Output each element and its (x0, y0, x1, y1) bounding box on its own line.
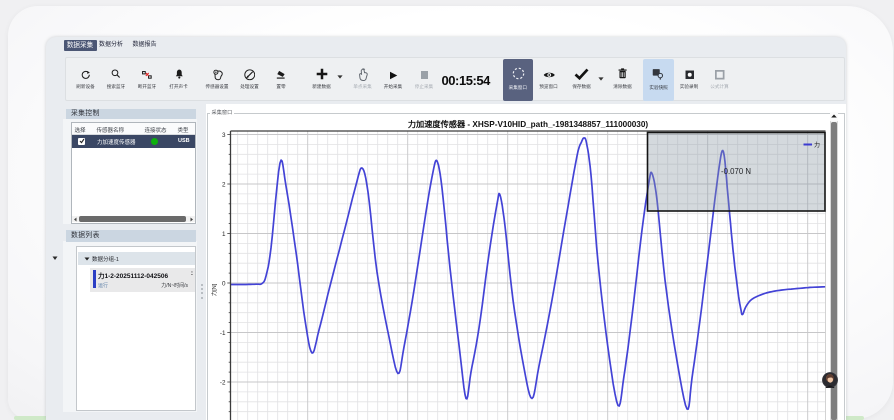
svg-text:-2: -2 (220, 379, 226, 386)
svg-text:2: 2 (222, 181, 226, 188)
svg-text:1: 1 (222, 231, 226, 238)
svg-text:力[N]: 力[N] (210, 283, 218, 296)
svg-text:-0.070 N: -0.070 N (721, 167, 751, 176)
svg-text:3: 3 (222, 132, 226, 139)
svg-text:0: 0 (222, 280, 226, 287)
svg-text:力: 力 (814, 141, 820, 149)
svg-text:-1: -1 (220, 330, 226, 337)
svg-text:力加速度传感器 - XHSP-V10HID_path_-19: 力加速度传感器 - XHSP-V10HID_path_-1981348857_1… (408, 119, 649, 129)
